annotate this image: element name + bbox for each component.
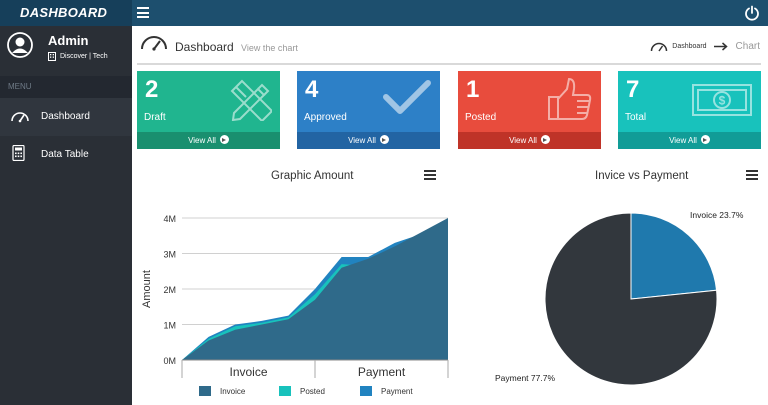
gauge-icon [11,112,29,123]
top-bar: DASHBOARD [0,0,768,26]
page-title: Dashboard [175,40,234,54]
area-chart-title: Graphic Amount [271,170,354,182]
brand-logo[interactable]: DASHBOARD [0,0,132,26]
menu-title: MENU [0,76,132,98]
pie-label-payment: Payment 77.7% [495,373,556,383]
company-name: Discover | Tech [60,53,108,60]
page-header: Dashboard View the chart Dashboard Chart [132,26,768,66]
pencil-ruler-icon [230,79,272,121]
legend-swatch [360,386,372,396]
pie-label-invoice: Invoice 23.7% [690,210,744,220]
breadcrumb: Dashboard Chart [650,41,760,52]
stat-label: Posted [465,112,497,123]
building-icon [48,52,56,61]
chart-menu-icon[interactable] [746,170,758,180]
arrow-circle-icon [540,135,550,144]
sidebar-item-label: Data Table [41,149,89,160]
stat-count: 7 [626,76,640,103]
stat-label: Approved [304,112,347,123]
y-tick-label: 0M [163,356,176,366]
view-all-link[interactable]: View All [137,132,280,149]
stat-card-total: 7 Total $ View All [618,71,761,149]
area-chart: 0M 1M 2M 3M 4M Amount Invoice Payment [141,214,449,379]
sidebar-item-data-table[interactable]: Data Table [0,136,132,174]
checkmark-icon [383,80,431,114]
y-tick-label: 4M [163,214,176,224]
stat-count: 4 [305,76,319,103]
legend-swatch [279,386,291,396]
y-axis-label: Amount [141,270,153,308]
legend-item-invoice[interactable]: Invoice [199,386,245,396]
page-subtitle: View the chart [241,43,298,53]
stat-count: 1 [466,76,480,103]
stat-count: 2 [145,76,159,103]
user-name: Admin [48,33,89,48]
pie-chart [544,212,718,386]
stat-label: Total [625,112,647,123]
arrow-circle-icon [219,135,229,144]
thumbs-up-icon [548,77,592,120]
x-tick-label: Payment [358,365,406,379]
y-tick-label: 1M [163,321,176,331]
calculator-icon [12,145,25,161]
hamburger-icon[interactable] [137,7,149,18]
gauge-icon [141,36,167,51]
legend-item-payment[interactable]: Payment [360,386,413,396]
legend-item-posted[interactable]: Posted [279,386,325,396]
header-divider [137,63,761,65]
view-all-link[interactable]: View All [458,132,601,149]
sidebar-item-label: Dashboard [41,111,90,122]
breadcrumb-current: Chart [735,41,760,52]
y-tick-label: 3M [163,250,176,260]
y-tick-label: 2M [163,285,176,295]
stat-card-approved: 4 Approved View All [297,71,440,149]
view-all-link[interactable]: View All [618,132,761,149]
user-profile: Admin Discover | Tech [0,26,132,76]
sidebar-item-dashboard[interactable]: Dashboard [0,98,132,136]
avatar [7,32,33,58]
stat-label: Draft [144,112,166,123]
power-icon[interactable] [744,5,760,21]
gauge-icon [651,42,668,52]
arrow-circle-icon [379,135,389,144]
pie-chart-title: Invice vs Payment [595,170,689,182]
breadcrumb-home-link[interactable]: Dashboard [672,43,706,50]
x-tick-label: Invoice [229,365,267,379]
legend-swatch [199,386,211,396]
sidebar: Admin Discover | Tech MENU Dashboard Dat… [0,26,132,405]
chart-menu-icon[interactable] [424,170,436,180]
stat-card-posted: 1 Posted View All [458,71,601,149]
view-all-link[interactable]: View All [297,132,440,149]
arrow-right-icon [713,42,728,51]
pie-slice-invoice[interactable] [630,212,718,300]
arrow-circle-icon [700,135,710,144]
stat-card-draft: 2 Draft View All [137,71,280,149]
money-icon: $ [692,84,752,116]
svg-text:$: $ [719,94,726,108]
